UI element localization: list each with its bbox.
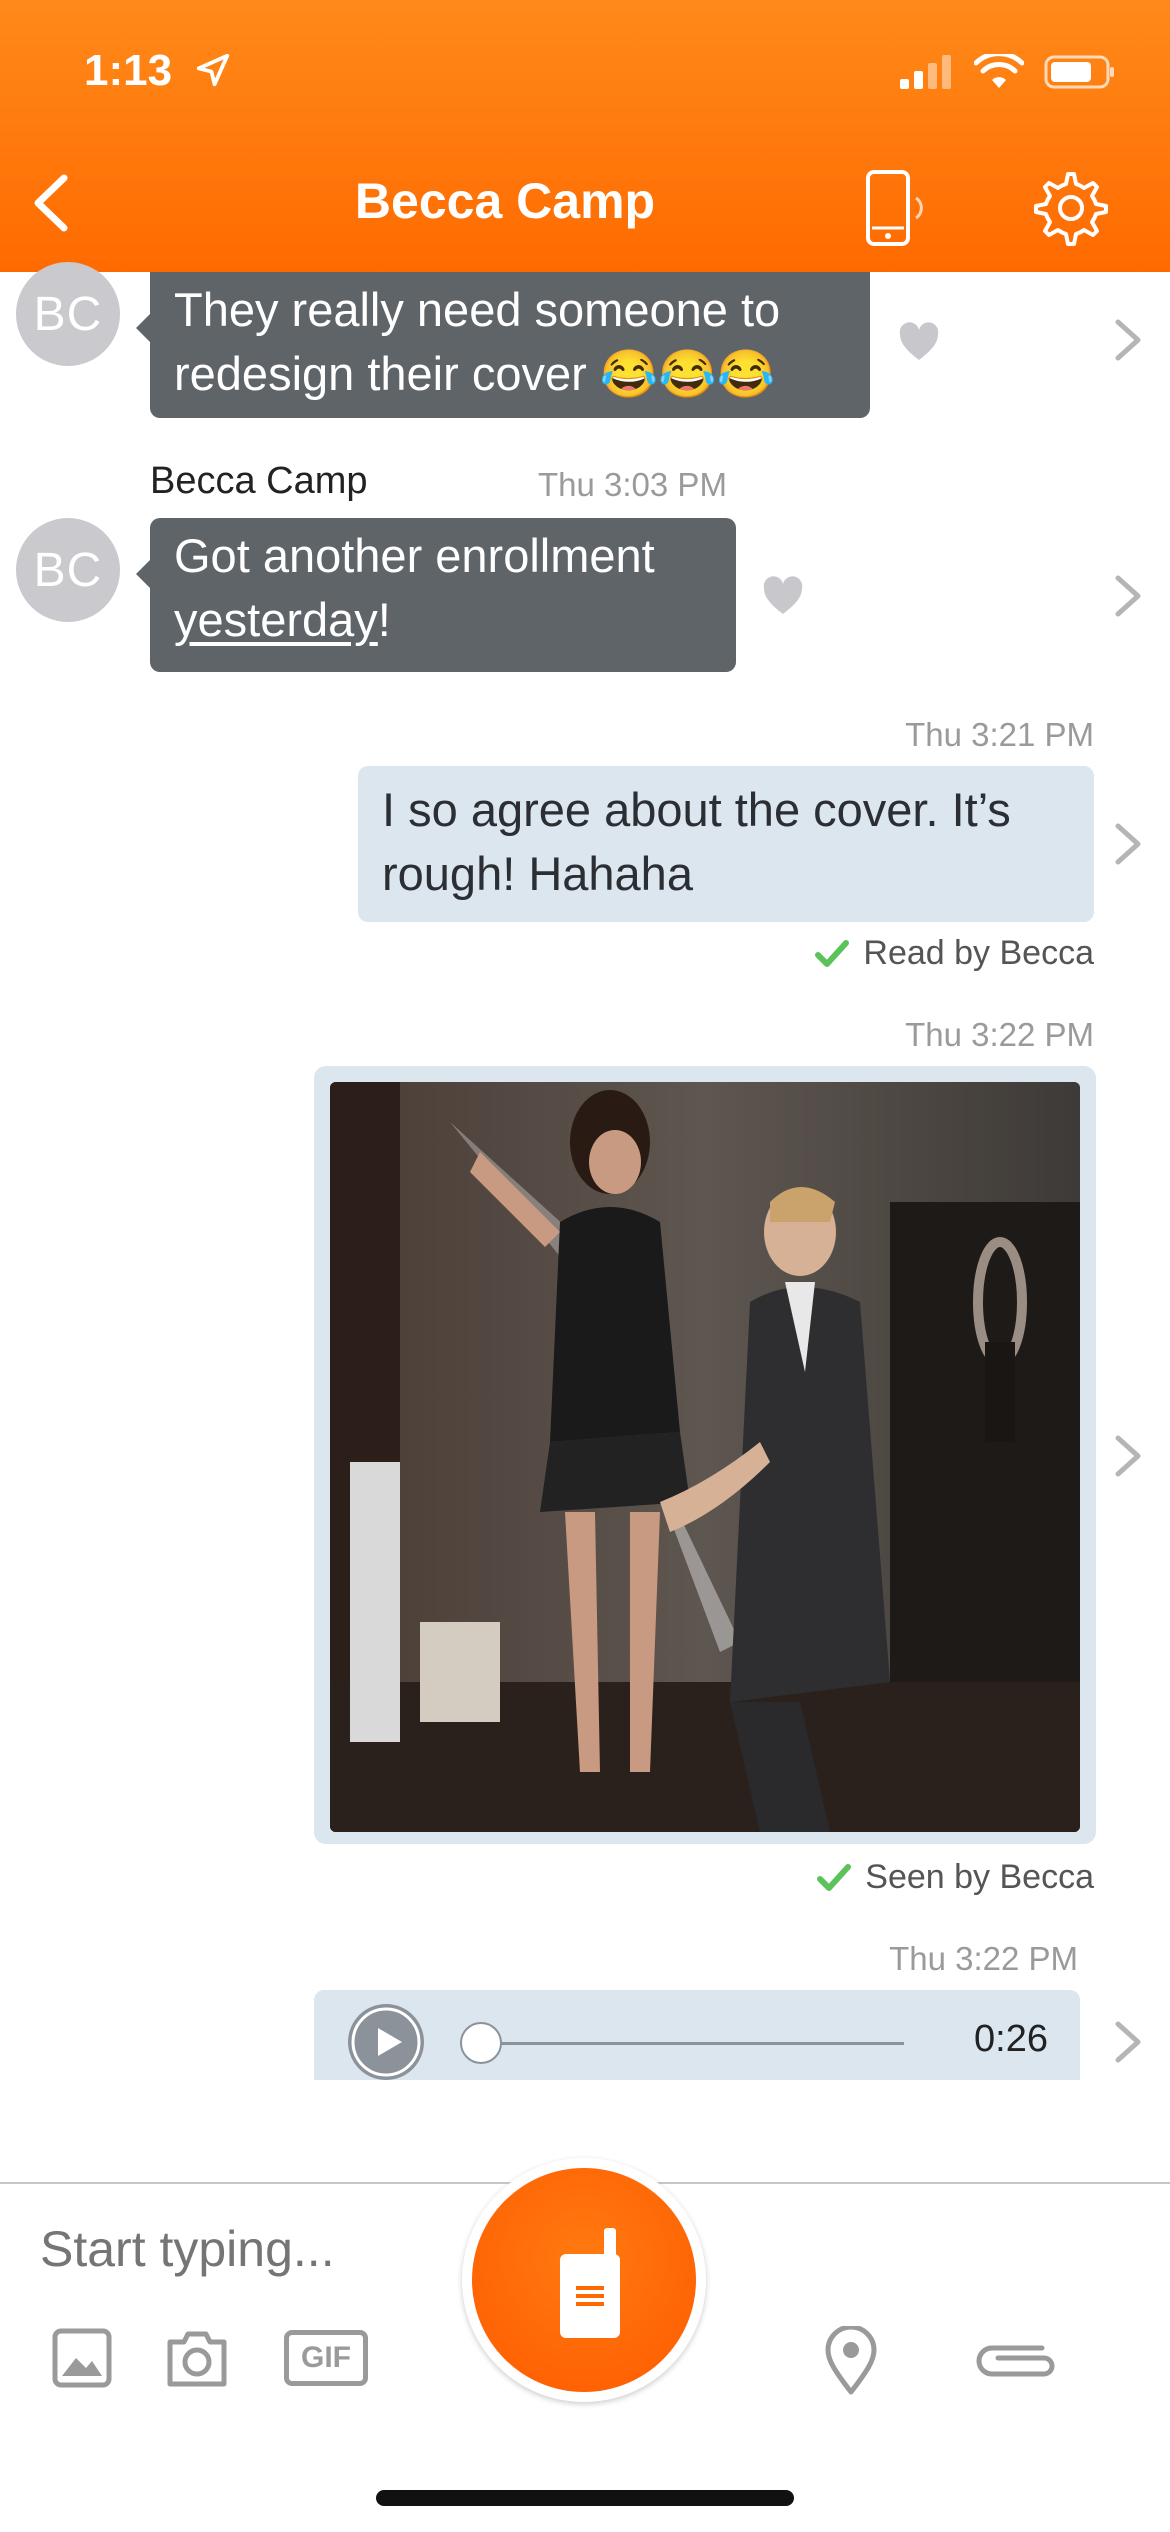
- chevron-right-icon[interactable]: [1112, 2018, 1144, 2066]
- camera-icon[interactable]: [164, 2328, 230, 2388]
- outgoing-message-bubble[interactable]: I so agree about the cover. It’s rough! …: [358, 766, 1094, 922]
- play-icon: [351, 2007, 421, 2077]
- chevron-right-icon[interactable]: [1112, 316, 1144, 364]
- gif-scene-illustration: [330, 1082, 1080, 1832]
- incoming-message-bubble[interactable]: Got another enrollment yesterday!: [136, 518, 736, 672]
- status-icons: [898, 54, 1116, 90]
- receipt-text: Seen by Becca: [865, 1858, 1094, 1896]
- voice-message[interactable]: 0:26: [314, 1990, 1080, 2080]
- avatar[interactable]: BC: [16, 262, 120, 366]
- status-bar-time: 1:13: [84, 46, 232, 96]
- message-text: Got another enrollment: [174, 529, 655, 582]
- audio-duration: 0:26: [974, 2018, 1048, 2060]
- heart-icon[interactable]: [898, 322, 940, 362]
- image-icon[interactable]: [52, 2328, 112, 2388]
- conversation-title: Becca Camp: [354, 173, 656, 229]
- status-time-label: 1:13: [84, 46, 173, 95]
- message-timestamp: Thu 3:22 PM: [889, 1940, 1078, 1977]
- receipt-text: Read by Becca: [863, 934, 1094, 972]
- audio-progress-track: [474, 2042, 904, 2045]
- read-receipt: Read by Becca: [815, 934, 1094, 973]
- gif-icon[interactable]: GIF: [284, 2330, 368, 2386]
- incoming-message-bubble[interactable]: They really need someone to redesign the…: [136, 272, 870, 418]
- gif-message[interactable]: [314, 1066, 1096, 1844]
- message-timestamp: Thu 3:03 PM: [538, 466, 727, 503]
- message-timestamp: Thu 3:21 PM: [905, 716, 1094, 753]
- sender-name: Becca Camp: [150, 460, 368, 502]
- chevron-right-icon[interactable]: [1112, 1432, 1144, 1480]
- chevron-right-icon[interactable]: [1112, 820, 1144, 868]
- heart-icon[interactable]: [762, 576, 804, 616]
- checkmark-icon: [817, 1863, 852, 1891]
- play-button[interactable]: [348, 2004, 424, 2080]
- header-bar: 1:13 Becca Camp: [0, 0, 1170, 272]
- home-indicator: [376, 2490, 794, 2506]
- location-pin-icon[interactable]: [824, 2326, 878, 2396]
- walkie-talkie-button-fill: [472, 2168, 696, 2392]
- gif-image: [330, 1082, 1080, 1832]
- walkie-talkie-icon: [560, 2228, 620, 2338]
- audio-scrubber[interactable]: [460, 2022, 502, 2064]
- phone-vibrate-icon[interactable]: [860, 168, 940, 248]
- battery-icon: [1044, 55, 1114, 89]
- message-text: They really need someone to redesign the…: [174, 283, 781, 400]
- chevron-right-icon[interactable]: [1112, 572, 1144, 620]
- message-link[interactable]: yesterday: [174, 593, 378, 646]
- signal-icon: [900, 55, 951, 89]
- gear-icon[interactable]: [1028, 168, 1108, 248]
- walkie-talkie-button[interactable]: [462, 2158, 706, 2402]
- avatar[interactable]: BC: [16, 518, 120, 622]
- seen-receipt: Seen by Becca: [817, 1858, 1094, 1897]
- message-timestamp: Thu 3:22 PM: [905, 1016, 1094, 1053]
- message-text: I so agree about the cover. It’s rough! …: [382, 783, 1011, 900]
- paperclip-icon[interactable]: [972, 2336, 1058, 2386]
- message-text-end: !: [377, 593, 391, 646]
- wifi-icon: [974, 54, 1024, 88]
- avatar-initials: BC: [33, 543, 103, 597]
- message-input[interactable]: [40, 2220, 460, 2278]
- gif-label: GIF: [301, 2341, 351, 2374]
- checkmark-icon: [815, 939, 850, 967]
- location-arrow-icon: [197, 53, 230, 87]
- avatar-initials: BC: [33, 287, 103, 341]
